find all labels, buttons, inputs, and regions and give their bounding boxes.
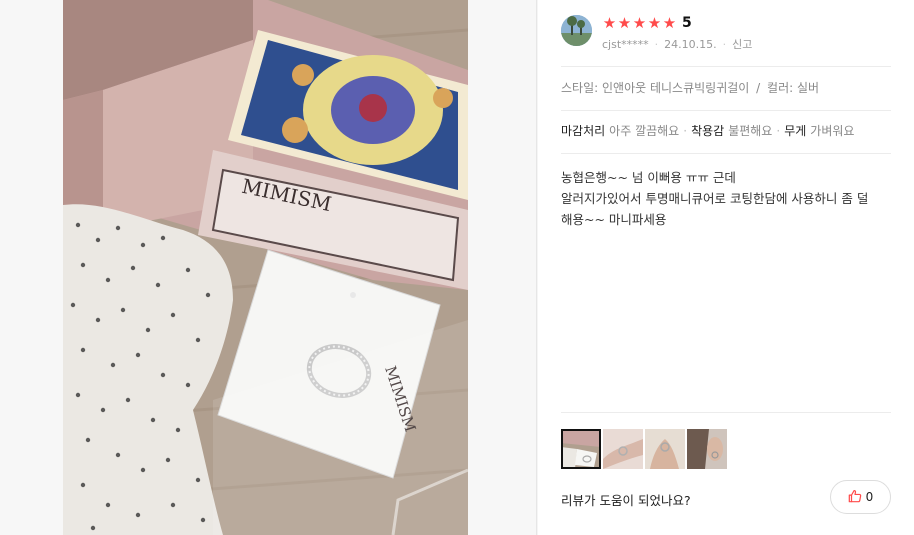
helpful-question: 리뷰가 도움이 되었나요? — [561, 493, 691, 508]
star-icon: ★ — [632, 14, 647, 32]
review-photo: MIMISM MIMISM — [63, 0, 468, 535]
eval-separator: · — [776, 123, 781, 138]
star-icon: ★ — [602, 14, 617, 32]
eval-key-finish: 마감처리 — [561, 124, 606, 138]
meta-separator: · — [722, 37, 727, 51]
thumbnail-hand-ring-2[interactable] — [645, 429, 685, 469]
review-header: ★ ★ ★ ★ ★ 5 cjst***** · 24.10.15. · 신고 — [561, 14, 891, 56]
photo-thumbnails — [561, 429, 727, 469]
review-body-line: 알러지가있어서 투명매니큐어로 코팅한담에 사용하니 좀 덜 — [561, 191, 869, 206]
rating-value: 5 — [682, 15, 692, 31]
color-value: 실버 — [797, 81, 820, 95]
avatar[interactable] — [561, 15, 592, 46]
review-body: 농협은행~~ 넘 이뻐용 ㅠㅠ 근데 알러지가있어서 투명매니큐어로 코팅한담에… — [561, 167, 891, 230]
purchase-options: 스타일: 인앤아웃 테니스큐빅링귀걸이 / 컬러: 실버 — [561, 79, 819, 96]
eval-key-weight: 무게 — [784, 124, 807, 138]
star-icon: ★ — [617, 14, 632, 32]
options-separator: / — [756, 81, 761, 95]
meta-separator: · — [654, 37, 659, 51]
style-value: 인앤아웃 테니스큐빅링귀걸이 — [602, 81, 750, 95]
review-body-line: 농협은행~~ 넘 이뻐용 ㅠㅠ 근데 — [561, 170, 736, 185]
divider — [561, 153, 891, 154]
photo-viewer: MIMISM MIMISM — [0, 0, 537, 535]
eval-key-comfort: 착용감 — [691, 124, 725, 138]
divider — [561, 110, 891, 111]
thumbnail-box-ring[interactable] — [561, 429, 601, 469]
color-label: 컬러: — [767, 81, 794, 95]
style-label: 스타일: — [561, 81, 599, 95]
thumbs-up-icon — [848, 489, 862, 506]
eval-separator: · — [683, 123, 688, 138]
like-count: 0 — [865, 490, 874, 504]
like-button[interactable]: 0 — [830, 480, 891, 514]
divider — [561, 412, 891, 413]
star-icon: ★ — [647, 14, 662, 32]
thumbnail-ear-ring[interactable] — [687, 429, 727, 469]
eval-value-weight: 가벼워요 — [810, 124, 855, 138]
thumbnail-hand-ring-1[interactable] — [603, 429, 643, 469]
eval-value-comfort: 불편해요 — [728, 124, 773, 138]
review-meta: cjst***** · 24.10.15. · 신고 — [602, 36, 752, 52]
rating-stars: ★ ★ ★ ★ ★ 5 — [602, 15, 692, 32]
username: cjst***** — [602, 37, 649, 51]
review-detail-panel: ★ ★ ★ ★ ★ 5 cjst***** · 24.10.15. · 신고 스… — [538, 0, 914, 535]
review-evaluations: 마감처리 아주 깔끔해요 · 착용감 불편해요 · 무게 가벼워요 — [561, 122, 854, 139]
divider — [561, 66, 891, 67]
star-icon: ★ — [662, 14, 677, 32]
eval-value-finish: 아주 깔끔해요 — [609, 124, 680, 138]
report-link[interactable]: 신고 — [732, 36, 752, 52]
review-date: 24.10.15. — [664, 37, 717, 51]
review-body-line: 해용~~ 마니파세용 — [561, 212, 667, 227]
